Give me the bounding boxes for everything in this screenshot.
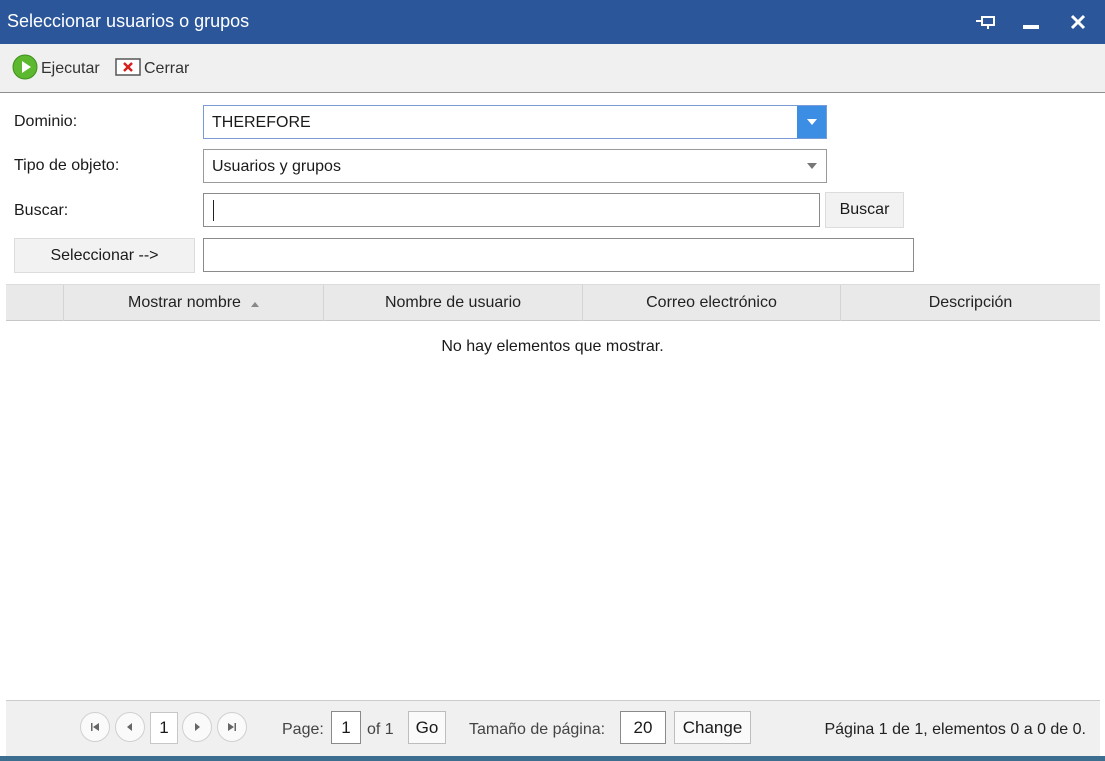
chevron-down-icon[interactable] <box>797 106 826 138</box>
previous-page-icon[interactable] <box>115 712 145 742</box>
page-label: Page: <box>282 721 324 738</box>
of-pages-label: of 1 <box>367 721 394 738</box>
domain-select[interactable]: THEREFORE <box>203 105 827 139</box>
toolbar: Ejecutar Cerrar <box>0 44 1105 93</box>
pager: 1 Page: 1 of 1 Go Tamaño de página: 20 C… <box>6 700 1100 756</box>
column-email[interactable]: Correo electrónico <box>583 285 841 321</box>
last-page-icon[interactable] <box>217 712 247 742</box>
chevron-down-icon[interactable] <box>797 150 826 182</box>
window-title: Seleccionar usuarios o grupos <box>7 11 250 31</box>
selected-field[interactable] <box>203 238 914 272</box>
page-input[interactable]: 1 <box>331 711 361 744</box>
object-type-select[interactable]: Usuarios y grupos <box>203 149 827 183</box>
sort-ascending-icon <box>250 294 259 312</box>
run-button[interactable]: Ejecutar <box>12 54 100 80</box>
page-size-label: Tamaño de página: <box>469 721 606 738</box>
run-label: Ejecutar <box>41 60 100 77</box>
search-label: Buscar: <box>14 202 69 219</box>
object-type-value: Usuarios y grupos <box>212 158 341 175</box>
go-button[interactable]: Go <box>408 711 446 744</box>
play-icon <box>12 54 38 85</box>
column-username[interactable]: Nombre de usuario <box>324 285 583 321</box>
pin-icon[interactable] <box>971 8 1001 36</box>
close-button[interactable]: Cerrar <box>115 57 190 81</box>
column-username-label: Nombre de usuario <box>384 294 522 311</box>
search-button[interactable]: Buscar <box>825 192 904 228</box>
search-input[interactable] <box>203 193 820 227</box>
text-cursor <box>213 200 214 221</box>
column-description-label: Descripción <box>928 294 1013 311</box>
close-doc-icon <box>115 57 141 81</box>
grid-select-column[interactable] <box>6 285 64 321</box>
next-page-icon[interactable] <box>182 712 212 742</box>
window-bottom-border <box>0 756 1105 761</box>
change-button[interactable]: Change <box>674 711 751 744</box>
column-display-name-label: Mostrar nombre <box>128 294 241 311</box>
select-button[interactable]: Seleccionar --> <box>14 238 195 273</box>
pager-status: Página 1 de 1, elementos 0 a 0 de 0. <box>824 721 1086 738</box>
empty-message: No hay elementos que mostrar. <box>441 338 664 355</box>
column-description[interactable]: Descripción <box>841 285 1100 321</box>
column-display-name[interactable]: Mostrar nombre <box>64 285 324 321</box>
domain-value: THEREFORE <box>212 114 311 131</box>
object-type-label: Tipo de objeto: <box>14 157 120 174</box>
close-label: Cerrar <box>144 60 190 77</box>
domain-label: Dominio: <box>14 113 78 130</box>
page-number-button[interactable]: 1 <box>150 712 178 744</box>
close-icon[interactable] <box>1063 8 1093 36</box>
column-email-label: Correo electrónico <box>646 294 777 311</box>
minimize-icon[interactable] <box>1016 8 1046 36</box>
title-bar: Seleccionar usuarios o grupos <box>0 0 1105 44</box>
grid-header: Mostrar nombre Nombre de usuario Correo … <box>6 284 1100 321</box>
page-size-input[interactable]: 20 <box>620 711 666 744</box>
first-page-icon[interactable] <box>80 712 110 742</box>
